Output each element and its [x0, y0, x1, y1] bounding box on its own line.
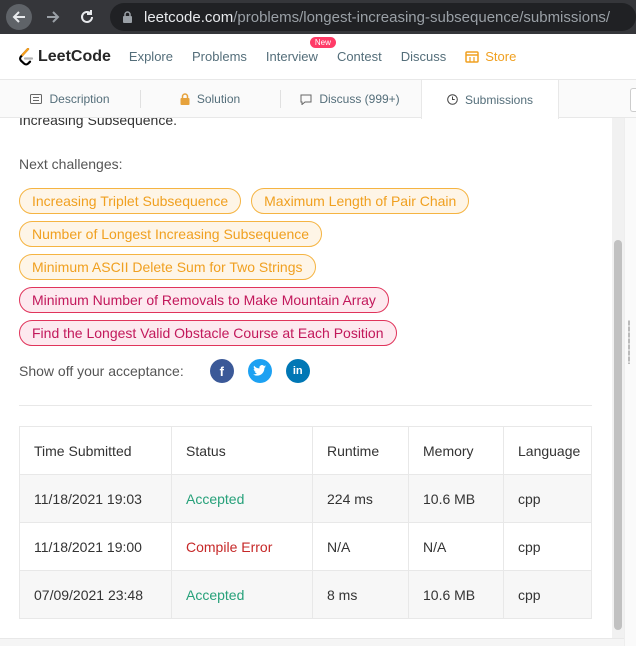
tab-submissions-label: Submissions	[464, 92, 534, 107]
arrow-right-icon	[47, 11, 60, 23]
memory: 10.6 MB	[408, 570, 504, 619]
table-row: 11/18/2021 19:03 Accepted 224 ms 10.6 MB…	[19, 474, 592, 523]
new-badge: New	[309, 37, 336, 48]
challenge-row: Number of Longest Increasing Subsequence	[19, 221, 599, 247]
leetcode-logo[interactable]: LeetCode	[18, 47, 111, 66]
panel-toggle-handle[interactable]	[630, 88, 636, 112]
arrow-left-icon	[12, 11, 25, 23]
challenge-row: Minimum Number of Removals to Make Mount…	[19, 287, 599, 313]
submission-content: Increasing Subsequence. Next challenges:…	[0, 118, 612, 638]
pane-resizer[interactable]	[624, 118, 636, 646]
share-label: Show off your acceptance:	[19, 363, 184, 379]
challenge-chip[interactable]: Maximum Length of Pair Chain	[251, 188, 470, 214]
tab-discuss-label: Discuss (999+)	[319, 92, 400, 106]
document-icon	[30, 94, 43, 104]
back-button[interactable]	[6, 4, 32, 30]
resize-grip-icon[interactable]	[628, 320, 630, 364]
comment-icon	[300, 94, 312, 105]
share-section: Show off your acceptance: f in	[19, 359, 324, 383]
challenge-row: Increasing Triplet Subsequence Maximum L…	[19, 188, 599, 214]
table-header-row: Time Submitted Status Runtime Memory Lan…	[19, 426, 592, 475]
tab-solution[interactable]: Solution	[140, 80, 280, 118]
reload-button[interactable]	[74, 4, 100, 30]
challenge-chip[interactable]: Number of Longest Increasing Subsequence	[19, 221, 323, 247]
status-link[interactable]: Compile Error	[171, 522, 313, 571]
problem-text: Increasing Subsequence.	[19, 118, 177, 128]
tab-submissions[interactable]: Submissions	[421, 80, 559, 119]
challenge-row: Minimum ASCII Delete Sum for Two Strings	[19, 254, 599, 280]
challenge-chip[interactable]: Increasing Triplet Subsequence	[19, 188, 242, 214]
status-link[interactable]: Accepted	[171, 474, 313, 523]
memory: 10.6 MB	[408, 474, 504, 523]
runtime: N/A	[312, 522, 409, 571]
tab-description-label: Description	[49, 92, 110, 106]
time-submitted: 11/18/2021 19:03	[19, 474, 172, 523]
time-submitted: 07/09/2021 23:48	[19, 570, 172, 619]
column-header[interactable]: Language	[503, 426, 592, 475]
url-path: /problems/longest-increasing-subsequence…	[233, 8, 611, 26]
store-icon	[465, 50, 480, 63]
lock-icon	[180, 93, 190, 105]
logo-text: LeetCode	[38, 47, 111, 65]
column-header[interactable]: Memory	[408, 426, 504, 475]
column-header[interactable]: Runtime	[312, 426, 409, 475]
url-domain: leetcode.com	[144, 8, 234, 26]
runtime: 8 ms	[312, 570, 409, 619]
column-header[interactable]: Time Submitted	[19, 426, 172, 475]
time-submitted: 11/18/2021 19:00	[19, 522, 172, 571]
clock-icon	[447, 94, 458, 105]
nav-store-label: Store	[485, 49, 517, 64]
nav-contest[interactable]: Contest	[337, 49, 382, 64]
challenge-chip[interactable]: Find the Longest Valid Obstacle Course a…	[19, 320, 397, 346]
reload-icon	[81, 10, 93, 23]
challenge-row: Find the Longest Valid Obstacle Course a…	[19, 320, 599, 346]
problem-tabs: Description Solution Discuss (999+) Subm…	[0, 80, 636, 119]
language: cpp	[503, 474, 592, 523]
nav-interview-label: Interview	[265, 49, 318, 64]
linkedin-icon[interactable]: in	[285, 359, 310, 383]
challenge-list: Increasing Triplet Subsequence Maximum L…	[19, 188, 599, 353]
scrollbar-thumb[interactable]	[614, 240, 622, 630]
challenge-chip[interactable]: Minimum ASCII Delete Sum for Two Strings	[19, 254, 316, 280]
facebook-icon[interactable]: f	[209, 359, 234, 383]
bottom-edge	[0, 638, 624, 646]
column-header[interactable]: Status	[171, 426, 313, 475]
runtime: 224 ms	[312, 474, 409, 523]
submissions-table: Time Submitted Status Runtime Memory Lan…	[19, 426, 592, 619]
nav-discuss[interactable]: Discuss	[401, 49, 447, 64]
status-link[interactable]: Accepted	[171, 570, 313, 619]
divider	[19, 405, 592, 406]
memory: N/A	[408, 522, 504, 571]
leetcode-logo-icon	[19, 47, 34, 65]
site-navbar: LeetCode Explore Problems Interview New …	[0, 34, 636, 80]
nav-store[interactable]: Store	[465, 49, 516, 64]
nav-explore[interactable]: Explore	[129, 49, 173, 64]
forward-button[interactable]	[40, 4, 66, 30]
language: cpp	[503, 570, 592, 619]
table-row: 11/18/2021 19:00 Compile Error N/A N/A c…	[19, 522, 592, 571]
tab-description[interactable]: Description	[0, 80, 140, 118]
language: cpp	[503, 522, 592, 571]
address-bar[interactable]: leetcode.com/problems/longest-increasing…	[110, 3, 636, 31]
lock-icon[interactable]	[120, 10, 134, 24]
nav-interview[interactable]: Interview New	[265, 37, 336, 64]
nav-problems[interactable]: Problems	[192, 49, 247, 64]
twitter-icon[interactable]	[247, 359, 272, 383]
next-challenges-label: Next challenges:	[19, 156, 123, 172]
tab-solution-label: Solution	[196, 92, 241, 106]
table-row: 07/09/2021 23:48 Accepted 8 ms 10.6 MB c…	[19, 570, 592, 619]
tab-discuss[interactable]: Discuss (999+)	[280, 80, 420, 118]
browser-toolbar: leetcode.com/problems/longest-increasing…	[0, 0, 636, 34]
challenge-chip[interactable]: Minimum Number of Removals to Make Mount…	[19, 287, 389, 313]
